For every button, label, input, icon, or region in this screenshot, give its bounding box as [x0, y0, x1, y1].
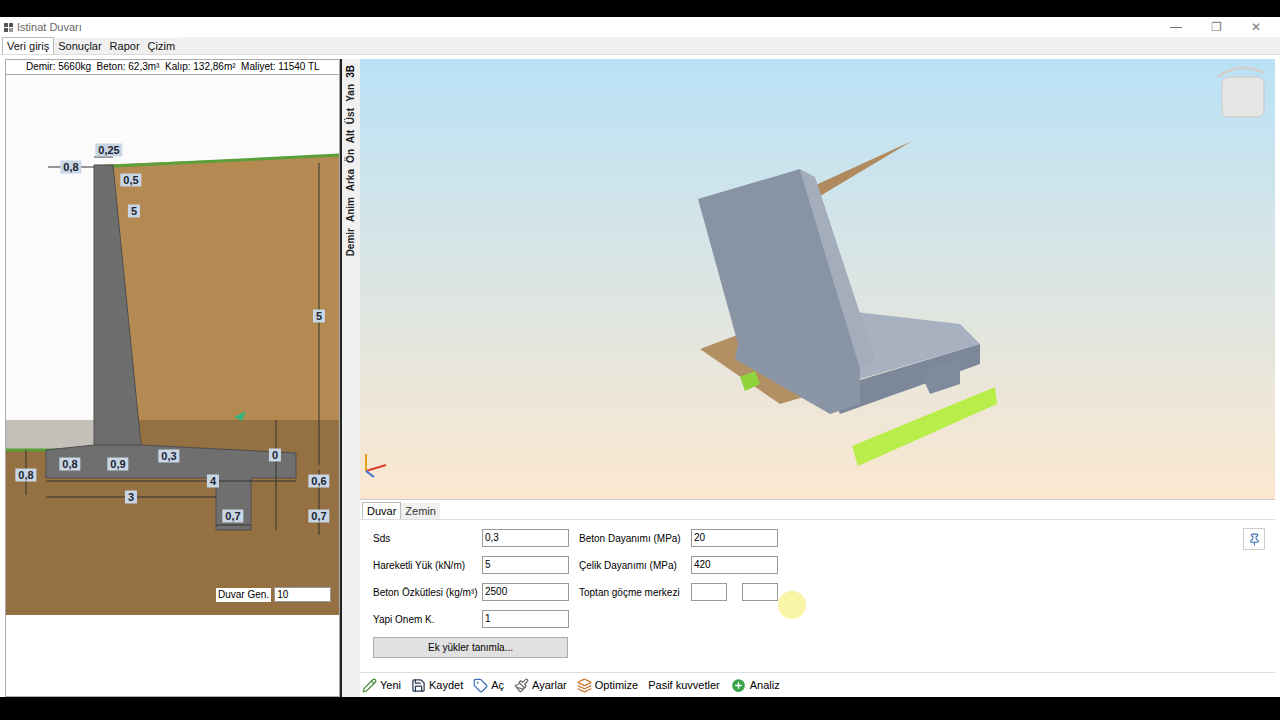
dimension-label[interactable]: 0,25 — [95, 144, 122, 157]
wall-section-drawing — [6, 75, 339, 615]
section-drawing[interactable]: 0,25 0,8 0,5 5 5 0,3 0 0,8 0,8 0,9 4 0,6 3 0,7 0,7 Duva… — [6, 75, 339, 615]
window-control[interactable]: — — [1156, 18, 1196, 36]
field-input[interactable] — [691, 583, 727, 601]
app-window: Istinat Duvarı—❐✕Veri girişSonuçlarRapor… — [0, 17, 1280, 697]
form-row: Toptan göçme merkezi — [579, 583, 778, 601]
form-row: Beton Dayanımı (MPa) 20 — [579, 529, 778, 547]
toolbar-button[interactable]: Ayarlar — [514, 677, 567, 694]
field-input[interactable]: 1 — [482, 610, 569, 628]
view-tab[interactable]: Arka — [345, 169, 357, 191]
3d-view[interactable] — [360, 59, 1275, 499]
add-circle-icon — [730, 677, 747, 694]
window-control[interactable]: ❐ — [1196, 18, 1236, 36]
pin-button[interactable] — [1243, 528, 1265, 550]
field-input[interactable]: 5 — [482, 556, 569, 574]
menu-tabs: Veri girişSonuçlarRaporÇizim — [0, 37, 1280, 55]
view-tab[interactable]: Alt — [345, 130, 357, 143]
field-label: Toptan göçme merkezi — [579, 585, 680, 600]
dimension-label[interactable]: 3 — [125, 491, 137, 504]
toolbar-button[interactable]: Analiz — [730, 677, 780, 694]
view-tab[interactable]: Anim — [345, 197, 357, 222]
field-label: Çelik Dayanımı (MPa) — [579, 558, 677, 573]
brush-icon — [514, 678, 529, 693]
view-tabs: 3B Yan Üst Alt Ön Arka Anim Demir — [342, 59, 360, 697]
menu-tab[interactable]: Veri giriş — [2, 37, 54, 54]
dimension-label[interactable]: 0,8 — [15, 469, 36, 482]
menu-tab[interactable]: Sonuçlar — [54, 38, 105, 54]
dimension-label[interactable]: 4 — [207, 475, 219, 488]
pencil-icon — [362, 678, 377, 693]
dimension-label[interactable]: 0 — [269, 449, 281, 462]
field-input[interactable]: 420 — [691, 556, 778, 574]
dimension-label[interactable]: 0,5 — [120, 174, 141, 187]
dimension-label[interactable]: 0,6 — [308, 475, 329, 488]
view-tab[interactable]: Demir — [345, 228, 357, 256]
wall-width-input[interactable]: 10 — [274, 587, 331, 602]
field-label: Beton Dayanımı (MPa) — [579, 531, 681, 546]
toolbar: Yeni Kaydet Aç Ayarlar Optimize Pasif kuvvetl… — [360, 672, 1275, 697]
layers-icon — [577, 678, 592, 693]
pin-icon — [1248, 533, 1261, 546]
field-label: Sds — [373, 531, 390, 546]
view-tab[interactable]: Yan — [345, 84, 357, 102]
title-bar: Istinat Duvarı —❐✕ — [0, 17, 1280, 37]
tag-icon — [473, 678, 488, 693]
dimension-label[interactable]: 0,8 — [60, 161, 81, 174]
menu-tab[interactable]: Çizim — [144, 38, 180, 54]
field-label: Yapi Onem K. — [373, 612, 435, 627]
toolbar-button[interactable]: Optimize — [577, 677, 638, 694]
field-input[interactable]: 20 — [691, 529, 778, 547]
window-title: Istinat Duvarı — [17, 19, 82, 36]
dimension-label[interactable]: 0,8 — [59, 458, 80, 471]
field-input[interactable]: 0,3 — [482, 529, 569, 547]
form-row: Sds 0,3 — [373, 529, 569, 547]
extra-loads-button[interactable]: Ek yükler tanımla... — [373, 637, 568, 658]
view-tab[interactable]: Üst — [345, 108, 357, 124]
toolbar-button[interactable]: Aç — [473, 677, 504, 694]
dimension-label[interactable]: 5 — [313, 310, 325, 323]
dimension-label[interactable]: 5 — [128, 205, 140, 218]
wall-3d-model — [360, 59, 1270, 499]
form-row: Beton Özkütlesi (kg/m³) 2500 — [373, 583, 569, 601]
view-tab[interactable]: 3B — [345, 65, 357, 78]
field-input[interactable] — [742, 583, 778, 601]
toolbar-button[interactable]: Yeni — [362, 677, 401, 694]
wall-width-label: Duvar Gen. — [216, 588, 271, 602]
field-label: Beton Özkütlesi (kg/m³) — [373, 585, 477, 600]
field-label: Hareketli Yük (kN/m) — [373, 558, 465, 573]
form-row: Yapi Onem K. 1 — [373, 610, 569, 628]
form-tab[interactable]: Zemin — [401, 503, 440, 519]
form-row: Çelik Dayanımı (MPa) 420 — [579, 556, 778, 574]
cursor-highlight — [778, 591, 806, 619]
dimension-label[interactable]: 0,7 — [308, 510, 329, 523]
menu-tab[interactable]: Rapor — [106, 38, 144, 54]
save-icon — [411, 678, 426, 693]
wall-width-field: Duvar Gen.10 — [216, 587, 331, 602]
app-icon — [4, 23, 13, 32]
dimension-label[interactable]: 0,3 — [158, 450, 179, 463]
screen: Istinat Duvarı—❐✕Veri girişSonuçlarRapor… — [0, 0, 1280, 720]
dimension-label[interactable]: 0,7 — [222, 510, 243, 523]
window-control[interactable]: ✕ — [1236, 18, 1276, 36]
section-panel: Demir: 5660kg Beton: 62,3m³ Kalıp: 132,8… — [5, 59, 340, 697]
field-input[interactable]: 2500 — [482, 583, 569, 601]
dimension-label[interactable]: 0,9 — [107, 458, 128, 471]
toolbar-button[interactable]: Pasif kuvvetler — [648, 677, 720, 694]
form-row: Hareketli Yük (kN/m) 5 — [373, 556, 569, 574]
view-tab[interactable]: Ön — [345, 149, 357, 163]
form-tabs: DuvarZemin — [360, 500, 1275, 520]
wall-form: Sds 0,3 Hareketli Yük (kN/m) 5 Beton Özkütle… — [360, 520, 1275, 672]
form-tab[interactable]: Duvar — [362, 502, 401, 519]
summary-bar: Demir: 5660kg Beton: 62,3m³ Kalıp: 132,8… — [6, 60, 339, 75]
toolbar-button[interactable]: Kaydet — [411, 677, 463, 694]
